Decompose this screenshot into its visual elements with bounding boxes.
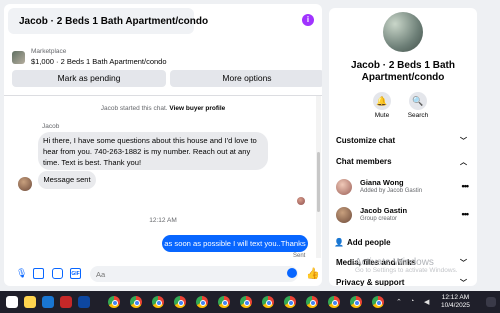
chat-scroll-thumb[interactable] (317, 152, 320, 212)
chrome-icon[interactable] (306, 296, 318, 308)
more-options-icon[interactable]: ••• (462, 209, 470, 219)
chrome-icon[interactable] (218, 296, 230, 308)
start-icon[interactable] (6, 296, 18, 308)
wifi-icon[interactable]: ◔ (410, 298, 414, 305)
chevron-up-icon[interactable]: ⌃ (396, 298, 402, 306)
chrome-icon[interactable] (196, 296, 208, 308)
more-options-button[interactable]: More options (170, 70, 322, 87)
search-icon: 🔍 (409, 92, 427, 110)
listing-summary[interactable]: Marketplace $1,000 · 2 Beds 1 Bath Apart… (12, 48, 167, 66)
member-row[interactable]: Giana Wong Added by Jacob Gastin ••• (334, 176, 474, 198)
notification-icon[interactable] (486, 297, 496, 307)
chat-started-notice: Jacob started this chat. View buyer prof… (4, 105, 322, 112)
chat-members-row[interactable]: Chat members ︿ (336, 157, 470, 166)
privacy-support-label: Privacy & support (336, 278, 405, 286)
chrome-icon[interactable] (328, 296, 340, 308)
microphone-icon[interactable]: 🎙 (16, 268, 27, 279)
app-icon[interactable] (78, 296, 90, 308)
sender-name: Jacob (42, 123, 60, 130)
outgoing-message-bubble: as soon as possible I will text you..Tha… (162, 235, 308, 252)
auto-reply-bubble: Message sent (38, 171, 96, 189)
chrome-icon[interactable] (350, 296, 362, 308)
message-composer: 🎙 GIF 👍 (4, 263, 322, 285)
chevron-down-icon: ﹀ (460, 138, 467, 145)
chrome-icon[interactable] (130, 296, 142, 308)
sender-avatar[interactable] (18, 177, 32, 191)
activate-windows-subtext: Go to Settings to activate Windows. (355, 267, 458, 274)
taskbar-clock[interactable]: 12:12 AM 10/4/2025 (441, 294, 470, 310)
chrome-icon[interactable] (240, 296, 252, 308)
taskbar: ⌃ ◔ ◀ 12:12 AM 10/4/2025 (0, 291, 500, 313)
message-status: Sent (293, 253, 306, 259)
member-avatar (336, 207, 352, 223)
file-explorer-icon[interactable] (24, 296, 36, 308)
member-row[interactable]: Jacob Gastin Group creator ••• (334, 204, 474, 226)
privacy-support-row[interactable]: Privacy & support ﹀ (336, 278, 470, 286)
chrome-icon[interactable] (108, 296, 120, 308)
clock-date: 10/4/2025 (441, 302, 470, 309)
incoming-message-bubble: Hi there, I have some questions about th… (38, 132, 268, 170)
clock-time: 12:12 AM (441, 294, 470, 301)
customize-chat-label: Customize chat (336, 136, 396, 145)
search-button[interactable]: 🔍 Search (403, 92, 433, 119)
more-options-icon[interactable]: ••• (462, 181, 470, 191)
mute-label: Mute (374, 112, 390, 119)
thumbs-up-icon[interactable]: 👍 (306, 267, 320, 280)
listing-thumbnail-small (12, 51, 25, 64)
member-role: Group creator (360, 216, 398, 222)
divider (4, 95, 322, 96)
listing-price-title: $1,000 · 2 Beds 1 Bath Apartment/condo (31, 57, 167, 66)
chat-panel: Jacob · 2 Beds 1 Bath Apartment/condo i … (4, 4, 322, 286)
listing-photo (383, 12, 423, 52)
chat-members-label: Chat members (336, 157, 392, 166)
chat-header[interactable]: Jacob · 2 Beds 1 Bath Apartment/condo (8, 8, 208, 34)
message-input[interactable] (90, 266, 298, 282)
app-icon[interactable] (60, 296, 72, 308)
info-icon[interactable]: i (302, 14, 314, 26)
chrome-icon[interactable] (174, 296, 186, 308)
message-timestamp: 12:12 AM (149, 217, 177, 224)
read-receipt-avatar (297, 197, 305, 205)
add-person-icon: 👤 (334, 238, 344, 247)
chrome-icon[interactable] (372, 296, 384, 308)
marketplace-label: Marketplace (31, 48, 67, 55)
member-avatar (336, 179, 352, 195)
volume-icon[interactable]: ◀ (424, 298, 429, 306)
customize-chat-row[interactable]: Customize chat ﹀ (336, 136, 470, 145)
chrome-icon[interactable] (152, 296, 164, 308)
member-name: Jacob Gastin (360, 206, 408, 215)
chat-started-text: Jacob started this chat. (100, 105, 168, 112)
bell-icon: 🔔 (373, 92, 391, 110)
search-label: Search (407, 112, 429, 119)
mute-button[interactable]: 🔔 Mute (367, 92, 397, 119)
chat-title: Jacob · 2 Beds 1 Bath Apartment/condo (19, 15, 209, 27)
chrome-icon[interactable] (262, 296, 274, 308)
image-icon[interactable] (33, 268, 44, 279)
member-name: Giana Wong (360, 178, 404, 187)
view-buyer-profile-link[interactable]: View buyer profile (169, 105, 225, 112)
add-people-label: Add people (347, 238, 391, 247)
app-icon[interactable] (42, 296, 54, 308)
mark-as-pending-button[interactable]: Mark as pending (12, 70, 166, 87)
info-panel: Jacob · 2 Beds 1 Bath Apartment/condo 🔔 … (329, 8, 477, 286)
sticker-icon[interactable] (52, 268, 63, 279)
emoji-icon[interactable] (287, 268, 297, 278)
info-title: Jacob · 2 Beds 1 Bath Apartment/condo (351, 60, 455, 83)
add-people-button[interactable]: 👤 Add people (334, 238, 391, 247)
chevron-down-icon: ﹀ (460, 280, 467, 286)
member-role: Added by Jacob Gastin (360, 188, 423, 194)
chevron-up-icon: ︿ (460, 159, 467, 166)
gif-icon[interactable]: GIF (70, 268, 81, 279)
chevron-down-icon: ﹀ (460, 260, 467, 267)
chrome-icon[interactable] (284, 296, 296, 308)
